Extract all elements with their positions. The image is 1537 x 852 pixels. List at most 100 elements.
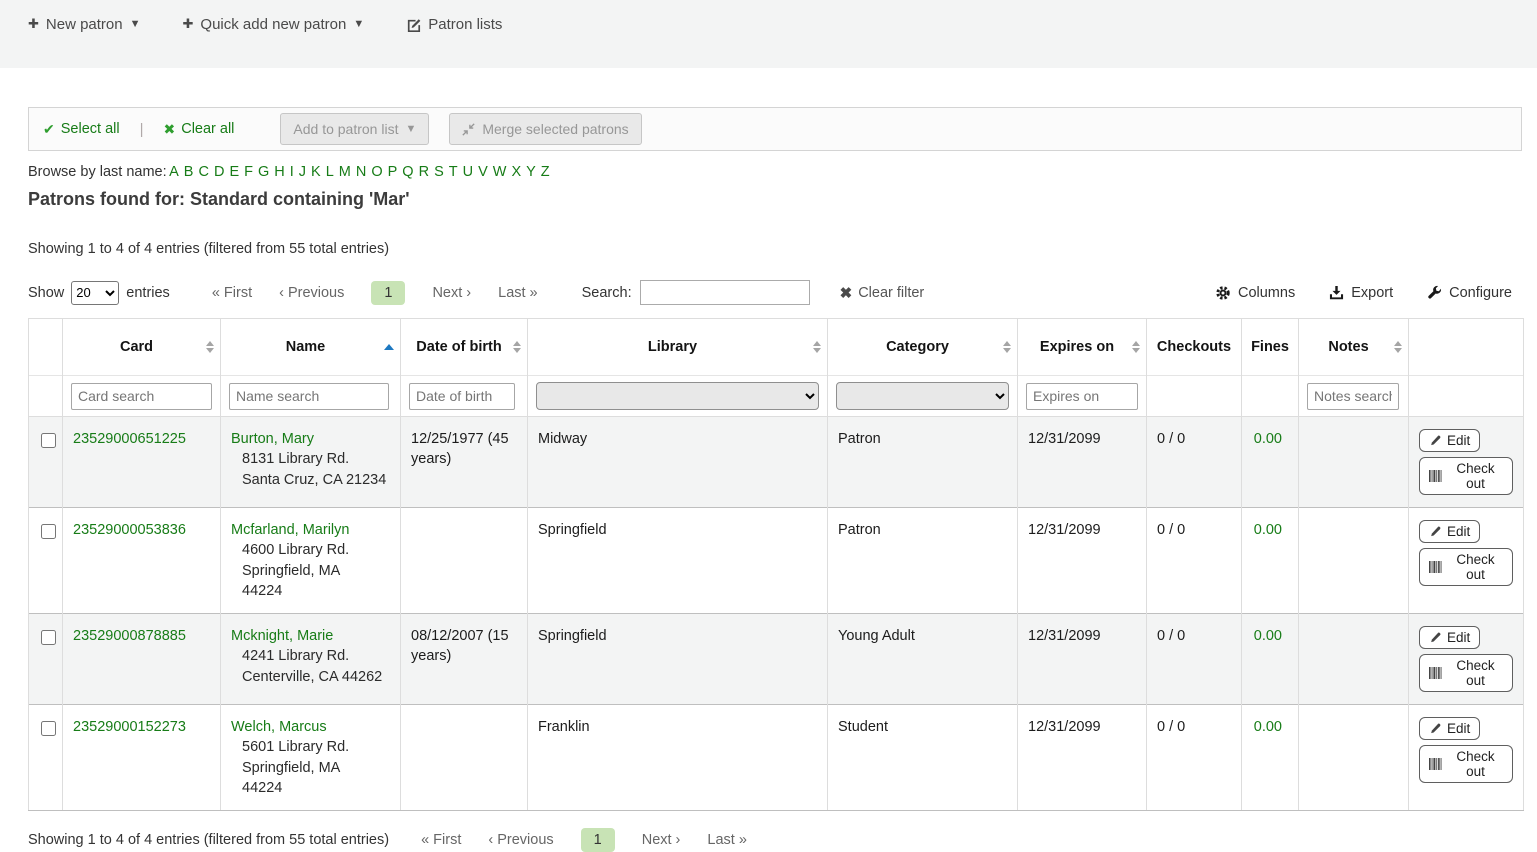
pagination-previous[interactable]: ‹ Previous	[279, 285, 344, 301]
name-cell: Mcknight, Marie4241 Library Rd.Centervil…	[221, 614, 401, 705]
row-checkbox[interactable]	[41, 433, 56, 448]
pagination-next[interactable]: Next ›	[642, 832, 681, 848]
clear-filter-button[interactable]: ✖ Clear filter	[840, 284, 925, 302]
row-checkbox[interactable]	[41, 630, 56, 645]
configure-button[interactable]: Configure	[1427, 285, 1512, 301]
column-header-name[interactable]: Name	[221, 319, 401, 376]
patron-name-link[interactable]: Welch, Marcus	[231, 719, 327, 735]
clear-filter-label: Clear filter	[858, 285, 924, 301]
sort-asc-icon[interactable]	[384, 344, 394, 350]
letter-link-P[interactable]: P	[388, 164, 398, 180]
top-toolbar: ✚ New patron ▼ ✚ Quick add new patron ▼ …	[0, 0, 1537, 68]
patron-row: 23529000053836 Mcfarland, Marilyn4600 Lib…	[29, 508, 1524, 614]
column-header-library[interactable]: Library	[528, 319, 828, 376]
card-number-link[interactable]: 23529000878885	[73, 628, 186, 644]
sort-icon[interactable]	[1394, 341, 1402, 353]
letter-link-M[interactable]: M	[339, 164, 351, 180]
pagination-current-page[interactable]: 1	[581, 828, 615, 852]
sort-icon[interactable]	[813, 341, 821, 353]
card-filter-input[interactable]	[71, 383, 212, 410]
export-button[interactable]: Export	[1329, 285, 1393, 301]
add-to-patron-list-button[interactable]: Add to patron list ▼	[280, 113, 429, 145]
patron-name-link[interactable]: Burton, Mary	[231, 431, 314, 447]
check-out-button[interactable]: Check out	[1419, 457, 1513, 495]
letter-link-B[interactable]: B	[184, 164, 194, 180]
column-header-category[interactable]: Category	[828, 319, 1018, 376]
patron-name-link[interactable]: Mcfarland, Marilyn	[231, 522, 349, 538]
merge-selected-patrons-button[interactable]: Merge selected patrons	[449, 113, 641, 145]
new-patron-button[interactable]: ✚ New patron ▼	[28, 16, 141, 33]
letter-link-T[interactable]: T	[449, 164, 458, 180]
letter-link-L[interactable]: L	[326, 164, 334, 180]
letter-link-C[interactable]: C	[198, 164, 208, 180]
letter-link-K[interactable]: K	[311, 164, 321, 180]
letter-link-A[interactable]: A	[169, 164, 179, 180]
letter-link-X[interactable]: X	[511, 164, 521, 180]
letter-link-I[interactable]: I	[290, 164, 294, 180]
filter-cell-checkbox	[29, 376, 63, 417]
card-number-link[interactable]: 23529000053836	[73, 522, 186, 538]
name-cell: Mcfarland, Marilyn4600 Library Rd.Spring…	[221, 508, 401, 614]
expires-filter-input[interactable]	[1026, 383, 1138, 410]
letter-link-H[interactable]: H	[274, 164, 284, 180]
letter-link-R[interactable]: R	[419, 164, 429, 180]
pagination-previous[interactable]: ‹ Previous	[488, 832, 553, 848]
letter-link-F[interactable]: F	[244, 164, 253, 180]
row-checkbox[interactable]	[41, 721, 56, 736]
letter-link-V[interactable]: V	[478, 164, 488, 180]
column-header-dob[interactable]: Date of birth	[401, 319, 528, 376]
column-header-notes[interactable]: Notes	[1299, 319, 1409, 376]
select-all-button[interactable]: ✔ Select all	[43, 121, 120, 138]
edit-button[interactable]: Edit	[1419, 520, 1480, 543]
letter-link-E[interactable]: E	[229, 164, 239, 180]
letter-link-O[interactable]: O	[371, 164, 382, 180]
plus-icon: ✚	[183, 16, 194, 32]
column-header-card[interactable]: Card	[63, 319, 221, 376]
quick-add-new-patron-button[interactable]: ✚ Quick add new patron ▼	[183, 16, 365, 33]
check-out-button[interactable]: Check out	[1419, 654, 1513, 692]
clear-all-button[interactable]: ✖ Clear all	[163, 121, 234, 138]
pagination-first[interactable]: « First	[421, 832, 461, 848]
columns-button[interactable]: Columns	[1215, 285, 1295, 301]
name-filter-input[interactable]	[229, 383, 389, 410]
pagination-next[interactable]: Next ›	[432, 285, 471, 301]
pagination-last[interactable]: Last »	[707, 832, 747, 848]
letter-link-D[interactable]: D	[214, 164, 224, 180]
letter-link-G[interactable]: G	[258, 164, 269, 180]
letter-link-Y[interactable]: Y	[526, 164, 536, 180]
table-search-input[interactable]	[640, 280, 810, 305]
column-label: Notes	[1328, 339, 1368, 355]
letter-link-Q[interactable]: Q	[402, 164, 413, 180]
library-filter-select[interactable]	[536, 382, 819, 410]
pagination-current-page[interactable]: 1	[371, 281, 405, 305]
letter-link-W[interactable]: W	[493, 164, 507, 180]
letter-link-U[interactable]: U	[463, 164, 473, 180]
category-filter-select[interactable]	[836, 382, 1009, 410]
letter-link-Z[interactable]: Z	[541, 164, 550, 180]
notes-filter-input[interactable]	[1307, 383, 1399, 410]
filter-cell-checkouts	[1147, 376, 1242, 417]
edit-button[interactable]: Edit	[1419, 717, 1480, 740]
sort-icon[interactable]	[1132, 341, 1140, 353]
patron-lists-button[interactable]: Patron lists	[406, 16, 502, 33]
check-out-button[interactable]: Check out	[1419, 745, 1513, 783]
patron-name-link[interactable]: Mcknight, Marie	[231, 628, 333, 644]
filter-cell-category	[828, 376, 1018, 417]
page-size-select[interactable]: 20	[71, 281, 119, 305]
card-number-link[interactable]: 23529000651225	[73, 431, 186, 447]
sort-icon[interactable]	[513, 341, 521, 353]
dob-filter-input[interactable]	[409, 383, 515, 410]
letter-link-N[interactable]: N	[356, 164, 366, 180]
row-checkbox[interactable]	[41, 524, 56, 539]
sort-icon[interactable]	[1003, 341, 1011, 353]
edit-button[interactable]: Edit	[1419, 626, 1480, 649]
pagination-last[interactable]: Last »	[498, 285, 538, 301]
column-header-expires[interactable]: Expires on	[1018, 319, 1147, 376]
letter-link-J[interactable]: J	[299, 164, 306, 180]
pagination-first[interactable]: « First	[212, 285, 252, 301]
sort-icon[interactable]	[206, 341, 214, 353]
edit-button[interactable]: Edit	[1419, 429, 1480, 452]
check-out-button[interactable]: Check out	[1419, 548, 1513, 586]
card-number-link[interactable]: 23529000152273	[73, 719, 186, 735]
letter-link-S[interactable]: S	[434, 164, 444, 180]
